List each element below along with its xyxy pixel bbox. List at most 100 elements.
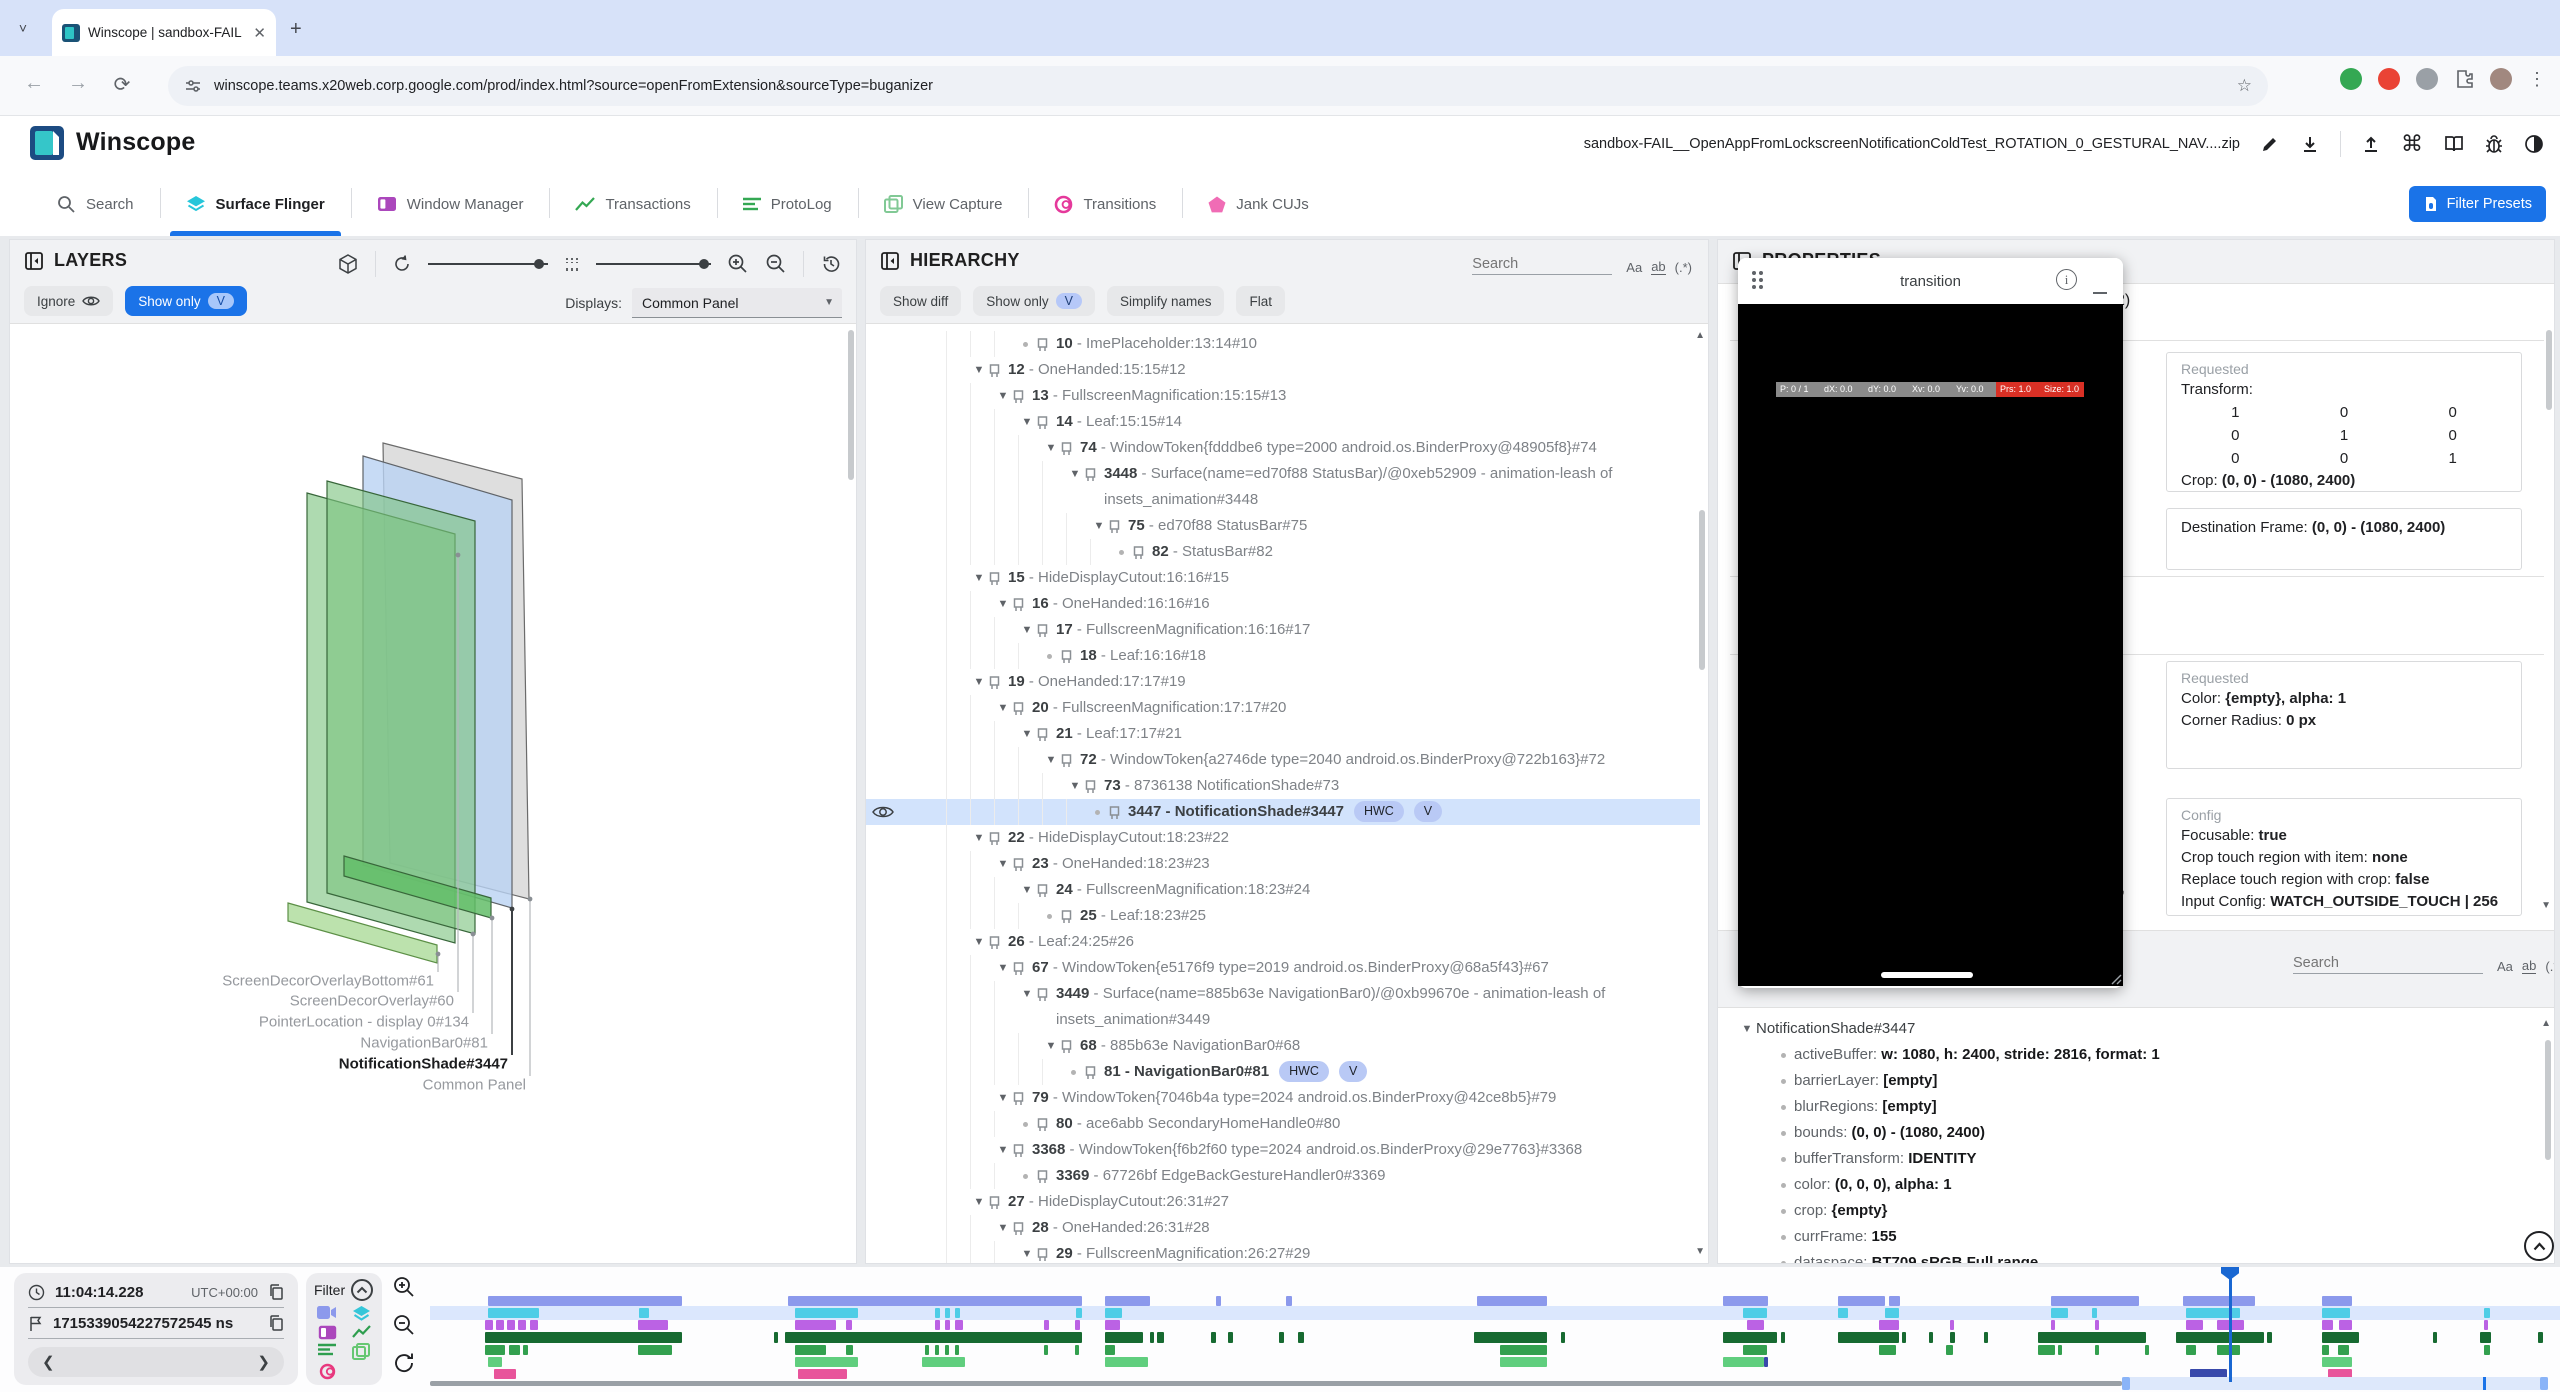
timeline-segment-protolog-track[interactable] <box>1902 1332 1906 1343</box>
hierarchy-row-81[interactable]: 81 - NavigationBar0#81HWCV <box>866 1059 1700 1085</box>
timeline-segment-transactions-track[interactable] <box>496 1320 504 1330</box>
filter-presets-button[interactable]: Filter Presets <box>2409 186 2546 222</box>
timeline-segment-protolog-track[interactable] <box>1723 1332 1777 1343</box>
timeline-segment-protolog-track[interactable] <box>485 1332 682 1343</box>
timeline-segment-transactions-track[interactable] <box>2484 1320 2488 1330</box>
timeline-segment-protolog-track[interactable] <box>1105 1332 1143 1343</box>
timeline-segment-windowmanager-track[interactable] <box>2095 1345 2099 1355</box>
tab-close-icon[interactable]: ✕ <box>253 24 266 42</box>
spacing-icon[interactable] <box>564 254 580 274</box>
hierarchy-row-14[interactable]: ▼14 - Leaf:15:15#14 <box>866 409 1700 435</box>
timeline-segment-protolog-track[interactable] <box>2433 1332 2437 1343</box>
download-icon[interactable] <box>2300 134 2320 154</box>
scroll-down-icon[interactable]: ▼ <box>1695 1246 1705 1257</box>
timeline-segment-windowmanager-track[interactable] <box>1879 1345 1896 1355</box>
collapse-panel-icon[interactable] <box>24 251 44 271</box>
expand-arrow-icon[interactable]: ▼ <box>1042 1033 1060 1059</box>
edit-pencil-icon[interactable] <box>2260 134 2280 154</box>
displays-select[interactable]: Common Panel ▼ <box>632 288 842 318</box>
timeline-segment-windowmanager-track[interactable] <box>795 1345 826 1355</box>
hierarchy-row-18[interactable]: 18 - Leaf:16:16#18 <box>866 643 1700 669</box>
timeline-segment-surfaceflinger-track[interactable] <box>2051 1308 2068 1318</box>
timeline-segment-protolog-track[interactable] <box>2480 1332 2491 1343</box>
property-row[interactable]: currFrame: 155 <box>1718 1224 2546 1250</box>
timeline-segment-viewcapture-track[interactable] <box>1500 1357 1547 1367</box>
expand-arrow-icon[interactable]: ▼ <box>994 1137 1012 1163</box>
expand-arrow-icon[interactable]: ▼ <box>994 1085 1012 1111</box>
timeline-segment-transitions-track[interactable] <box>488 1296 682 1306</box>
expand-arrow-icon[interactable]: ▼ <box>1042 747 1060 773</box>
timeline-segment-transactions-track[interactable] <box>935 1320 940 1330</box>
timeline-segment-viewcapture-track[interactable] <box>2322 1357 2352 1367</box>
timeline-segment-windowmanager-track[interactable] <box>2038 1345 2055 1355</box>
timeline-segment-protolog-track[interactable] <box>1157 1332 1164 1343</box>
timeline-segment-surfaceflinger-track[interactable] <box>2186 1308 2240 1318</box>
timeline-segment-windowmanager-track[interactable] <box>2338 1345 2349 1355</box>
rotation-slider[interactable] <box>428 263 548 265</box>
timeline-segment-protolog-track[interactable] <box>1474 1332 1547 1343</box>
timeline-segment-transactions-track[interactable] <box>955 1320 963 1330</box>
extension-icon[interactable] <box>2378 68 2400 90</box>
browser-menu-icon[interactable]: ⋮ <box>2528 69 2546 90</box>
timeline-segment-windowmanager-track[interactable] <box>1044 1345 1048 1355</box>
timeline-segment-windowmanager-track[interactable] <box>2484 1345 2490 1355</box>
site-settings-icon[interactable] <box>184 77 202 95</box>
trace-tab-transitions[interactable]: Transitions <box>1028 172 1182 236</box>
expand-arrow-icon[interactable]: ▼ <box>970 357 988 383</box>
timeline-segment-viewcapture-track[interactable] <box>488 1357 502 1367</box>
timeline-segment-protolog-track[interactable] <box>1929 1332 1933 1343</box>
hierarchy-row-25[interactable]: 25 - Leaf:18:23#25 <box>866 903 1700 929</box>
expand-arrow-icon[interactable]: ▼ <box>1018 721 1036 747</box>
timeline-segment-transactions-track[interactable] <box>1879 1320 1899 1330</box>
timeline-segment-transactions-track[interactable] <box>795 1320 836 1330</box>
timeline-segment-surfaceflinger-track[interactable] <box>795 1308 858 1318</box>
timeline-segment-windowmanager-track[interactable] <box>846 1345 853 1355</box>
collapse-panel-icon[interactable] <box>880 251 900 271</box>
hierarchy-search-input[interactable] <box>1472 254 1612 275</box>
hierarchy-row-22[interactable]: ▼22 - HideDisplayCutout:18:23#22 <box>866 825 1700 851</box>
hierarchy-row-20[interactable]: ▼20 - FullscreenMagnification:17:17#20 <box>866 695 1700 721</box>
hierarchy-row-29[interactable]: ▼29 - FullscreenMagnification:26:27#29 <box>866 1241 1700 1263</box>
expand-arrow-icon[interactable]: ▼ <box>1018 1241 1036 1263</box>
timeline-segment-windowmanager-track[interactable] <box>955 1345 959 1355</box>
back-icon[interactable]: ← <box>20 72 48 95</box>
upload-icon[interactable] <box>2361 134 2381 154</box>
hierarchy-row-79[interactable]: ▼79 - WindowToken{7046b4a type=2024 andr… <box>866 1085 1700 1111</box>
expand-arrow-icon[interactable]: ▼ <box>970 825 988 851</box>
hierarchy-row-3448[interactable]: ▼3448 - Surface(name=ed70f88 StatusBar)/… <box>866 461 1700 513</box>
hierarchy-row-73[interactable]: ▼73 - 8736138 NotificationShade#73 <box>866 773 1700 799</box>
expand-arrow-icon[interactable]: ▼ <box>1066 461 1084 487</box>
timeline-segment-transactions-track[interactable] <box>1105 1320 1120 1330</box>
timeline-segment-protolog-track[interactable] <box>1561 1332 1565 1343</box>
expand-arrow-icon[interactable]: ▼ <box>994 383 1012 409</box>
timeline-cursor[interactable] <box>2229 1267 2232 1382</box>
timeline-segment-windowmanager-track[interactable] <box>2145 1345 2149 1355</box>
hierarchy-row-21[interactable]: ▼21 - Leaf:17:17#21 <box>866 721 1700 747</box>
timeline-tracks[interactable] <box>0 1267 2560 1392</box>
property-row[interactable]: activeBuffer: w: 1080, h: 2400, stride: … <box>1718 1042 2546 1068</box>
timeline-segment-transactions-track[interactable] <box>846 1320 852 1330</box>
timeline-segment-viewcapture-track[interactable] <box>795 1357 858 1367</box>
timeline-segment-transactions-track[interactable] <box>1950 1320 1954 1330</box>
timeline-segment-protolog-track[interactable] <box>2538 1332 2543 1343</box>
docs-book-icon[interactable] <box>2443 134 2464 154</box>
url-text[interactable]: winscope.teams.x20web.corp.google.com/pr… <box>214 78 2225 94</box>
hierarchy-row-15[interactable]: ▼15 - HideDisplayCutout:16:16#15 <box>866 565 1700 591</box>
match-case-toggle[interactable]: Aa <box>1626 260 1642 275</box>
timeline-segment-transactions-track[interactable] <box>2051 1320 2055 1330</box>
property-row[interactable]: barrierLayer: [empty] <box>1718 1068 2546 1094</box>
timeline-segment-surfaceflinger-track[interactable] <box>1105 1308 1122 1318</box>
property-row[interactable]: crop: {empty} <box>1718 1198 2546 1224</box>
hierarchy-scrollbar[interactable] <box>1699 510 1705 670</box>
scroll-to-top-button[interactable] <box>2524 1231 2554 1261</box>
rotation-icon[interactable] <box>392 254 412 274</box>
layers-3d-scene[interactable] <box>10 325 856 1263</box>
timeline-segment-viewcapture-track[interactable] <box>922 1357 965 1367</box>
layer-label[interactable]: NotificationShade#3447 <box>339 1056 508 1073</box>
properties-search-input[interactable] <box>2293 953 2483 974</box>
timeline-segment-transactions-track[interactable] <box>530 1320 538 1330</box>
trace-tab-view-capture[interactable]: View Capture <box>858 172 1029 236</box>
regex-toggle[interactable]: (.*) <box>1675 260 1692 275</box>
hierarchy-chip-show-only[interactable]: Show onlyV <box>973 286 1095 316</box>
properties-root-row[interactable]: ▼NotificationShade#3447 <box>1718 1016 2546 1042</box>
